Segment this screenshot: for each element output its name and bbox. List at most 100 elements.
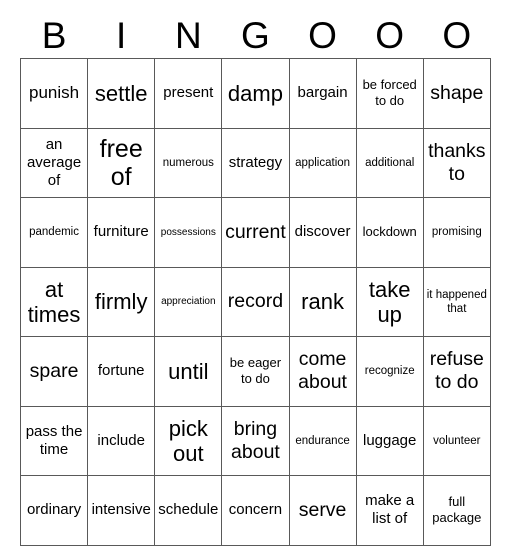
bingo-header-row: BINGOOO — [21, 8, 491, 59]
bingo-cell-r4-c4[interactable]: come about — [288, 336, 357, 407]
bingo-cell-label: take up — [368, 276, 411, 327]
bingo-cell-r4-c0[interactable]: spare — [19, 336, 89, 407]
bingo-cell-r3-c4[interactable]: rank — [288, 266, 357, 337]
bingo-cell-r2-c4[interactable]: discover — [288, 197, 357, 268]
bingo-row: pass the time include pick out bring about e… — [19, 405, 491, 476]
bingo-cell-r6-c0[interactable]: ordinary — [19, 475, 89, 546]
bingo-cell-r4-c6[interactable]: refuse to do — [422, 336, 491, 407]
bingo-cell-label: be eager to do — [229, 355, 282, 387]
bingo-cell-label: concern — [228, 501, 283, 519]
bingo-cell-label: discover — [294, 223, 351, 241]
bingo-cell-label: ordinary — [26, 501, 82, 519]
bingo-cell-label: damp — [227, 80, 283, 106]
bingo-header-letter-4: O — [308, 15, 337, 56]
bingo-cell-label: shape — [430, 81, 484, 104]
bingo-cell-label: settle — [94, 80, 148, 106]
bingo-cell-r0-c4[interactable]: bargain — [288, 58, 357, 129]
bingo-cell-label: pandemic — [29, 226, 79, 239]
bingo-header-letter-5: O — [375, 15, 405, 56]
bingo-row: at times firmly appreciation record rank take… — [19, 266, 491, 337]
bingo-cell-label: thanks to — [428, 139, 486, 185]
bingo-cell-r4-c1[interactable]: fortune — [87, 336, 156, 407]
bingo-cell-r1-c5[interactable]: additional — [355, 127, 424, 198]
bingo-row: ordinary intensive schedule concern serve mak… — [19, 475, 491, 546]
bingo-row: pandemic furniture possessions current disco… — [19, 197, 491, 268]
bingo-cell-r3-c3[interactable]: record — [221, 266, 290, 337]
bingo-cell-label: schedule — [158, 501, 219, 519]
bingo-cell-r1-c3[interactable]: strategy — [221, 127, 290, 198]
bingo-cell-label: fortune — [97, 362, 145, 380]
bingo-cell-label: serve — [298, 498, 347, 521]
bingo-cell-r6-c1[interactable]: intensive — [87, 475, 156, 546]
bingo-cell-r0-c0[interactable]: punish — [19, 58, 89, 129]
bingo-cell-r5-c1[interactable]: include — [87, 405, 156, 476]
bingo-cell-label: recognize — [364, 365, 415, 378]
bingo-body: punish settle present damp bargain be forced … — [19, 58, 491, 546]
bingo-cell-label: spare — [29, 359, 79, 382]
bingo-cell-r3-c2[interactable]: appreciation — [154, 266, 223, 337]
bingo-cell-r3-c6[interactable]: it happened that — [422, 266, 491, 337]
bingo-cell-label: be forced to do — [362, 77, 417, 109]
bingo-cell-r1-c2[interactable]: numerous — [154, 127, 223, 198]
bingo-cell-r0-c3[interactable]: damp — [221, 58, 290, 129]
bingo-cell-r1-c6[interactable]: thanks to — [422, 127, 491, 198]
bingo-cell-r6-c3[interactable]: concern — [221, 475, 290, 546]
bingo-cell-label: intensive — [91, 501, 151, 519]
bingo-cell-r5-c3[interactable]: bring about — [221, 405, 290, 476]
bingo-cell-r2-c3[interactable]: current — [221, 197, 290, 268]
bingo-cell-label: at times — [27, 276, 81, 327]
bingo-cell-r2-c5[interactable]: lockdown — [355, 197, 424, 268]
bingo-cell-label: appreciation — [161, 296, 216, 308]
bingo-cell-r2-c1[interactable]: furniture — [87, 197, 156, 268]
bingo-cell-label: promising — [431, 226, 482, 239]
bingo-cell-label: pick out — [168, 415, 208, 466]
bingo-cell-label: punish — [29, 83, 80, 103]
bingo-header-letter-1: I — [116, 15, 127, 56]
bingo-cell-r5-c2[interactable]: pick out — [154, 405, 223, 476]
bingo-cell-label: bargain — [297, 84, 348, 102]
bingo-cell-label: an average of — [26, 135, 82, 189]
bingo-cell-r0-c5[interactable]: be forced to do — [355, 58, 424, 129]
bingo-header-letter-3: G — [241, 15, 270, 56]
bingo-cell-r2-c2[interactable]: possessions — [154, 197, 223, 268]
bingo-cell-r0-c1[interactable]: settle — [87, 58, 156, 129]
bingo-cell-r3-c0[interactable]: at times — [19, 266, 89, 337]
bingo-cell-r3-c5[interactable]: take up — [355, 266, 424, 337]
bingo-cell-r5-c5[interactable]: luggage — [355, 405, 424, 476]
bingo-cell-r4-c5[interactable]: recognize — [355, 336, 424, 407]
bingo-cell-r1-c1[interactable]: free of — [87, 127, 156, 198]
bingo-cell-r6-c5[interactable]: make a list of — [355, 475, 424, 546]
bingo-cell-label: firmly — [94, 289, 148, 315]
bingo-cell-r5-c4[interactable]: endurance — [288, 405, 357, 476]
bingo-cell-r1-c4[interactable]: application — [288, 127, 357, 198]
bingo-cell-label: full package — [432, 494, 482, 526]
bingo-cell-label: luggage — [362, 431, 417, 449]
bingo-cell-label: furniture — [93, 223, 149, 241]
bingo-cell-label: come about — [298, 348, 347, 394]
bingo-header-letter-0: B — [41, 15, 67, 56]
bingo-cell-label: numerous — [162, 156, 214, 169]
bingo-cell-r4-c2[interactable]: until — [154, 336, 223, 407]
bingo-cell-label: volunteer — [433, 434, 481, 447]
bingo-row: spare fortune until be eager to do come abou… — [19, 336, 491, 407]
bingo-cell-r6-c2[interactable]: schedule — [154, 475, 223, 546]
bingo-cell-label: endurance — [295, 434, 350, 447]
bingo-cell-r3-c1[interactable]: firmly — [87, 266, 156, 337]
bingo-cell-r5-c0[interactable]: pass the time — [19, 405, 89, 476]
bingo-cell-r2-c0[interactable]: pandemic — [19, 197, 89, 268]
bingo-cell-r6-c6[interactable]: full package — [422, 475, 491, 546]
bingo-cell-label: until — [168, 358, 209, 384]
bingo-cell-r0-c2[interactable]: present — [154, 58, 223, 129]
bingo-cell-r4-c3[interactable]: be eager to do — [221, 336, 290, 407]
bingo-cell-label: application — [295, 156, 351, 169]
bingo-cell-r1-c0[interactable]: an average of — [19, 127, 89, 198]
bingo-header-letter-6: O — [442, 15, 472, 56]
bingo-cell-label: present — [163, 84, 214, 102]
bingo-grid: BINGOOO punish settle present damp bargain be… — [19, 8, 491, 546]
bingo-cell-r2-c6[interactable]: promising — [422, 197, 491, 268]
bingo-cell-r0-c6[interactable]: shape — [422, 58, 491, 129]
bingo-cell-r6-c4[interactable]: serve — [288, 475, 357, 546]
bingo-cell-r5-c6[interactable]: volunteer — [422, 405, 491, 476]
bingo-cell-label: pass the time — [25, 422, 83, 458]
bingo-cell-label: record — [227, 290, 284, 313]
